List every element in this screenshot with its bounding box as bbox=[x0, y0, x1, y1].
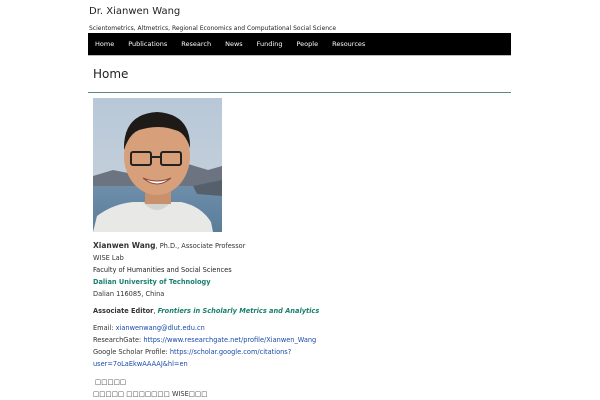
journal-link[interactable]: Frontiers in Scholarly Metrics and Analy… bbox=[158, 307, 320, 315]
page: Dr. Xianwen Wang Scientometrics, Altmetr… bbox=[0, 0, 600, 400]
nav-item-home[interactable]: Home bbox=[88, 33, 121, 55]
site-description: Scientometrics, Altmetrics, Regional Eco… bbox=[89, 25, 337, 32]
main-navigation: Home Publications Research News Funding … bbox=[88, 33, 511, 55]
researchgate-label: ResearchGate: bbox=[93, 336, 144, 344]
scholar-line-continued: user=7oLaEkwAAAAJ&hl=en bbox=[93, 360, 188, 368]
nav-item-news[interactable]: News bbox=[218, 33, 250, 55]
nav-item-funding[interactable]: Funding bbox=[250, 33, 290, 55]
scholar-link[interactable]: https://scholar.google.com/citations? bbox=[170, 348, 291, 356]
nav-item-people[interactable]: People bbox=[289, 33, 325, 55]
email-label: Email: bbox=[93, 324, 116, 332]
nav-divider bbox=[88, 55, 511, 56]
email-line: Email: xianwenwang@dlut.edu.cn bbox=[93, 324, 205, 332]
nav-item-research[interactable]: Research bbox=[174, 33, 218, 55]
researchgate-line: ResearchGate: https://www.researchgate.n… bbox=[93, 336, 316, 344]
profile-lab: WISE Lab bbox=[93, 254, 124, 262]
nav-item-publications[interactable]: Publications bbox=[121, 33, 174, 55]
page-title: Home bbox=[93, 67, 129, 81]
profile-photo bbox=[93, 98, 222, 232]
nav-item-resources[interactable]: Resources bbox=[325, 33, 372, 55]
profile-faculty: Faculty of Humanities and Social Science… bbox=[93, 266, 232, 274]
chinese-subtitle: □□□□□ □□□□□□□ WISE□□□ bbox=[93, 390, 208, 398]
title-divider bbox=[88, 92, 511, 93]
scholar-label: Google Scholar Profile: bbox=[93, 348, 170, 356]
profile-university[interactable]: Dalian University of Technology bbox=[93, 278, 211, 286]
editor-label: Associate Editor bbox=[93, 307, 154, 315]
email-link[interactable]: xianwenwang@dlut.edu.cn bbox=[116, 324, 205, 332]
profile-title: , Ph.D., Associate Professor bbox=[155, 242, 246, 250]
chinese-heading: □□□□□ bbox=[95, 378, 127, 386]
profile-name-line: Xianwen Wang, Ph.D., Associate Professor bbox=[93, 241, 245, 250]
site-title[interactable]: Dr. Xianwen Wang bbox=[89, 6, 180, 17]
scholar-link-continued[interactable]: user=7oLaEkwAAAAJ&hl=en bbox=[93, 360, 188, 368]
editor-line: Associate Editor, Frontiers in Scholarly… bbox=[93, 307, 319, 315]
researchgate-link[interactable]: https://www.researchgate.net/profile/Xia… bbox=[143, 336, 316, 344]
scholar-line: Google Scholar Profile: https://scholar.… bbox=[93, 348, 291, 356]
profile-photo-image bbox=[93, 98, 222, 232]
profile-name: Xianwen Wang bbox=[93, 241, 156, 250]
profile-address: Dalian 116085, China bbox=[93, 290, 165, 298]
